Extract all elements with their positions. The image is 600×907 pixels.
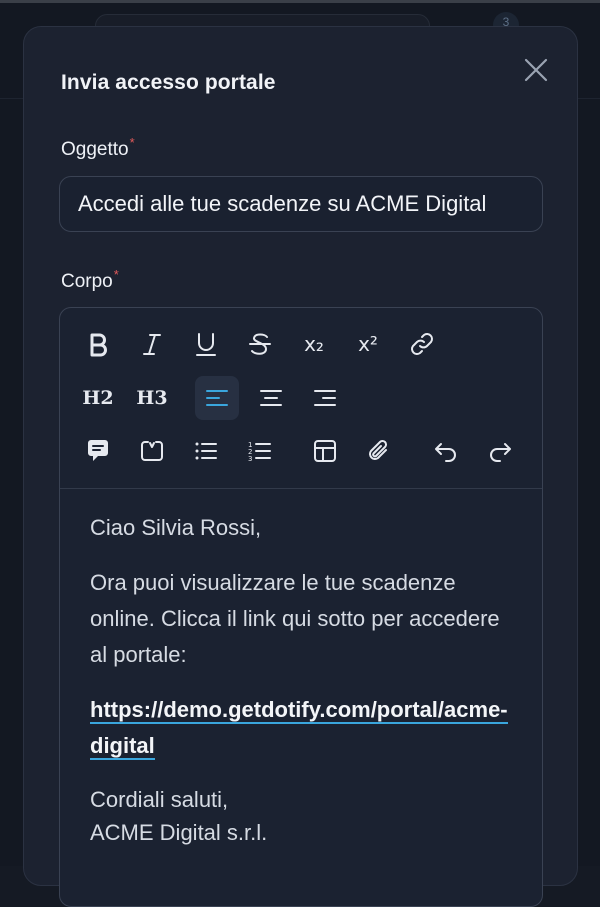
link-icon — [408, 330, 436, 358]
italic-icon — [138, 330, 166, 358]
align-right-button[interactable] — [303, 376, 347, 420]
greeting-paragraph: Ciao Silvia Rossi, — [90, 510, 520, 546]
signoff-text: Cordiali saluti, — [90, 787, 228, 812]
subject-label-text: Oggetto — [61, 139, 129, 160]
strikethrough-button[interactable] — [238, 322, 282, 366]
heading-2-label: H2 — [82, 387, 113, 409]
signoff-paragraph: Cordiali saluti, ACME Digital s.r.l. — [90, 783, 520, 849]
paperclip-icon — [365, 437, 393, 465]
heading-3-label: H3 — [136, 387, 167, 409]
body-label: Corpo* — [61, 271, 119, 293]
close-icon — [521, 55, 551, 85]
underline-icon — [192, 330, 220, 358]
numbered-list-icon: 123 — [246, 437, 274, 465]
align-right-icon — [311, 384, 339, 412]
align-left-icon — [203, 384, 231, 412]
comment-icon — [84, 437, 112, 465]
insert-table-button[interactable] — [303, 429, 347, 473]
numbered-list-button[interactable]: 123 — [238, 429, 282, 473]
underline-button[interactable] — [184, 322, 228, 366]
subscript-label: x₂ — [304, 332, 324, 356]
send-portal-access-dialog: Invia accesso portale Oggetto* Corpo* — [23, 26, 578, 886]
bullet-list-button[interactable] — [184, 429, 228, 473]
subject-field-wrapper — [59, 176, 543, 232]
align-left-button[interactable] — [195, 376, 239, 420]
top-border — [0, 0, 600, 3]
close-button[interactable] — [521, 55, 551, 85]
undo-icon — [432, 437, 460, 465]
heading-2-button[interactable]: H2 — [76, 376, 120, 420]
message-paragraph: Ora puoi visualizzare le tue scadenze on… — [90, 565, 520, 673]
table-icon — [311, 437, 339, 465]
company-text: ACME Digital s.r.l. — [90, 820, 267, 845]
superscript-label: x² — [358, 332, 378, 356]
svg-text:3: 3 — [248, 455, 252, 463]
callout-button[interactable] — [76, 429, 120, 473]
attach-file-button[interactable] — [357, 429, 401, 473]
subject-input[interactable] — [60, 177, 542, 231]
body-label-text: Corpo — [61, 271, 113, 292]
required-asterisk: * — [130, 135, 135, 150]
bold-button[interactable] — [76, 322, 120, 366]
superscript-button[interactable]: x² — [346, 322, 390, 366]
align-center-icon — [257, 384, 285, 412]
placeholder-button[interactable] — [130, 429, 174, 473]
rich-text-editor: x₂ x² H2 H3 — [59, 307, 543, 907]
required-asterisk: * — [114, 267, 119, 282]
redo-button[interactable] — [478, 429, 522, 473]
strikethrough-icon — [246, 330, 274, 358]
editor-content[interactable]: Ciao Silvia Rossi, Ora puoi visualizzare… — [90, 510, 520, 868]
undo-button[interactable] — [424, 429, 468, 473]
redo-icon — [486, 437, 514, 465]
editor-toolbar: x₂ x² H2 H3 — [60, 308, 542, 489]
insert-link-button[interactable] — [400, 322, 444, 366]
align-center-button[interactable] — [249, 376, 293, 420]
portal-link[interactable]: https://demo.getdotify.com/portal/acme-d… — [90, 697, 508, 760]
subscript-button[interactable]: x₂ — [292, 322, 336, 366]
subject-label: Oggetto* — [61, 139, 135, 161]
bracket-box-icon — [138, 437, 166, 465]
heading-3-button[interactable]: H3 — [130, 376, 174, 420]
bullet-list-icon — [192, 437, 220, 465]
link-paragraph: https://demo.getdotify.com/portal/acme-d… — [90, 692, 520, 764]
dialog-title: Invia accesso portale — [61, 71, 276, 95]
bold-icon — [84, 330, 112, 358]
italic-button[interactable] — [130, 322, 174, 366]
